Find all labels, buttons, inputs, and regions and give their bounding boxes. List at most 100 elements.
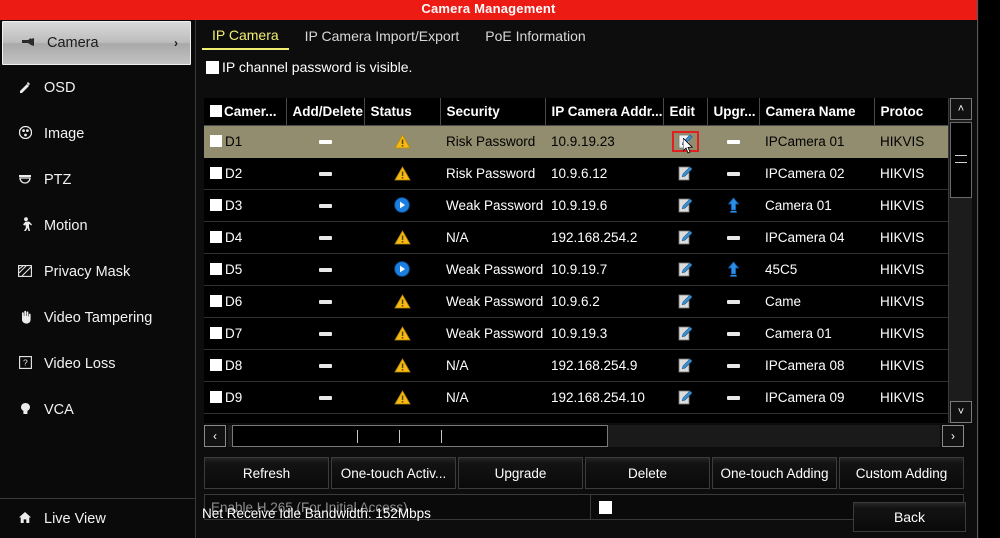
tab-ip-camera-import-export[interactable]: IP Camera Import/Export [295,25,470,49]
column-header-status[interactable]: Status [364,98,440,125]
sidebar-item-video-tampering[interactable]: Video Tampering [0,295,195,341]
cell-add-delete[interactable] [286,381,364,413]
edit-icon[interactable] [678,326,693,341]
cell-channel[interactable]: D1 [204,125,286,157]
column-header-camera-name[interactable]: Camera Name [759,98,874,125]
edit-icon[interactable] [678,262,693,277]
cell-add-delete[interactable] [286,349,364,381]
cell-add-delete[interactable] [286,317,364,349]
column-header-security[interactable]: Security [440,98,545,125]
row-checkbox[interactable] [210,231,222,243]
column-header-edit[interactable]: Edit [663,98,707,125]
table-row[interactable]: D9 N/A 192.168.254.10 [204,381,948,413]
ip-channel-password-visible-checkbox[interactable] [206,61,219,74]
sidebar-item-motion[interactable]: Motion [0,203,195,249]
cell-channel[interactable]: D5 [204,253,286,285]
upgrade-arrow-icon[interactable] [727,197,740,213]
sidebar-item-privacy-mask[interactable]: Privacy Mask [0,249,195,295]
cell-add-delete[interactable] [286,221,364,253]
upgrade-arrow-icon[interactable] [727,261,740,277]
one-touch-adding-button[interactable]: One-touch Adding [712,457,837,489]
edit-icon[interactable] [678,358,693,373]
cell-edit[interactable] [663,125,707,157]
column-header-upgrade[interactable]: Upgr... [707,98,759,125]
delete-button[interactable]: Delete [585,457,710,489]
sidebar-item-osd[interactable]: OSD [0,65,195,111]
cell-edit[interactable] [663,285,707,317]
sidebar-item-live-view[interactable]: Live View [0,499,195,538]
cell-edit[interactable] [663,157,707,189]
edit-icon[interactable] [678,294,693,309]
row-checkbox[interactable] [210,295,222,307]
refresh-button[interactable]: Refresh [204,457,329,489]
cell-add-delete[interactable] [286,189,364,221]
cell-add-delete[interactable] [286,157,364,189]
cell-edit[interactable] [663,253,707,285]
scroll-right-button[interactable]: › [942,425,964,447]
row-checkbox[interactable] [210,199,222,211]
edit-icon[interactable] [678,230,693,245]
column-header-add-delete[interactable]: Add/Delete [286,98,364,125]
table-row[interactable]: D5 Weak Password 10.9.19.7 [204,253,948,285]
cell-channel[interactable]: D2 [204,157,286,189]
cell-channel[interactable]: D8 [204,349,286,381]
cell-channel[interactable]: D7 [204,317,286,349]
table-row[interactable]: D7 Weak Password 10.9.19.3 [204,317,948,349]
column-header-ip-camera-address[interactable]: IP Camera Addr... [545,98,663,125]
cell-add-delete[interactable] [286,285,364,317]
tab-ip-camera[interactable]: IP Camera [202,24,289,50]
tab-poe-information[interactable]: PoE Information [475,25,595,49]
row-checkbox[interactable] [210,359,222,371]
table-vertical-scrollbar[interactable]: ˄ ˅ [948,98,972,423]
scroll-down-button[interactable]: ˅ [950,401,972,423]
select-all-checkbox[interactable] [210,105,222,117]
horizontal-scroll-thumb[interactable] [232,425,608,447]
row-checkbox[interactable] [210,327,222,339]
cell-edit[interactable] [663,381,707,413]
cell-security: Weak Password [440,317,545,349]
scroll-left-button[interactable]: ‹ [204,425,226,447]
table-row[interactable]: D6 Weak Password 10.9.6.2 [204,285,948,317]
cell-edit[interactable] [663,317,707,349]
cell-upgrade[interactable] [707,253,759,285]
sidebar-item-image[interactable]: Image [0,111,195,157]
table-row[interactable]: D2 Risk Password 10.9.6.12 [204,157,948,189]
sidebar-item-video-loss[interactable]: ? Video Loss [0,341,195,387]
column-header-protocol[interactable]: Protoc [874,98,948,125]
custom-adding-button[interactable]: Custom Adding [839,457,964,489]
cell-add-delete[interactable] [286,253,364,285]
row-checkbox[interactable] [210,167,222,179]
upgrade-button[interactable]: Upgrade [458,457,583,489]
edit-icon[interactable] [678,390,693,405]
row-checkbox[interactable] [210,135,222,147]
cell-channel[interactable]: D9 [204,381,286,413]
sidebar-item-vca[interactable]: VCA [0,387,195,433]
cell-status [364,125,440,157]
table-row[interactable]: D3 Weak Password 10.9.19.6 [204,189,948,221]
row-checkbox[interactable] [210,263,222,275]
cell-edit[interactable] [663,189,707,221]
cell-edit[interactable] [663,221,707,253]
one-touch-activate-button[interactable]: One-touch Activ... [331,457,456,489]
vertical-scroll-thumb[interactable] [950,122,972,198]
edit-icon[interactable] [678,198,693,213]
table-row[interactable]: D4 N/A 192.168.254.2 [204,221,948,253]
table-row[interactable]: D8 N/A 192.168.254.9 [204,349,948,381]
sidebar-item-ptz[interactable]: PTZ [0,157,195,203]
column-header-camera[interactable]: Camer... [204,98,286,125]
cell-channel[interactable]: D6 [204,285,286,317]
warning-triangle-icon [394,230,411,245]
back-button[interactable]: Back [853,502,966,532]
table-horizontal-scrollbar[interactable]: ‹ › [204,425,964,449]
scroll-up-button[interactable]: ˄ [950,98,972,120]
row-checkbox[interactable] [210,391,222,403]
cell-channel[interactable]: D3 [204,189,286,221]
edit-icon[interactable] [678,166,693,181]
cell-edit[interactable] [663,349,707,381]
cell-channel[interactable]: D4 [204,221,286,253]
sidebar-item-camera[interactable]: Camera › [2,21,191,65]
cell-upgrade[interactable] [707,189,759,221]
horizontal-scroll-track[interactable] [228,425,940,447]
cell-add-delete[interactable] [286,125,364,157]
table-row[interactable]: D1 Risk Password 10.9.19.23 [204,125,948,157]
